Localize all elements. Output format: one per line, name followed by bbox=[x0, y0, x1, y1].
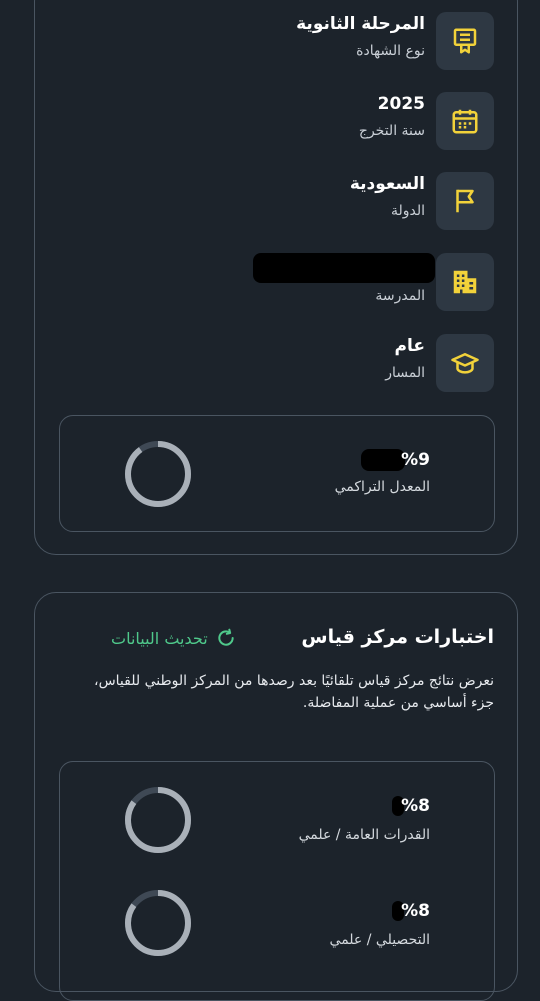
test-value: %8 bbox=[330, 900, 430, 922]
flag-icon bbox=[436, 172, 494, 230]
school-label: المدرسة bbox=[375, 288, 425, 304]
gpa-card: %9 المعدل التراكمي bbox=[59, 415, 495, 532]
graduation-cap-icon bbox=[436, 334, 494, 392]
school-row: المدرسة bbox=[74, 253, 494, 311]
qiyas-results-card: %8 القدرات العامة / علمي %8 التحصيلي / ع… bbox=[59, 761, 495, 1001]
test-value: %8 bbox=[299, 795, 430, 817]
school-value bbox=[253, 253, 435, 283]
certificate-row: المرحلة الثانوية نوع الشهادة bbox=[74, 12, 494, 70]
graduation-label: سنة التخرج bbox=[358, 123, 425, 139]
test-label: القدرات العامة / علمي bbox=[298, 827, 430, 843]
refresh-data-button[interactable]: تحديث البيانات bbox=[111, 628, 236, 648]
track-label: المسار bbox=[385, 365, 425, 381]
redaction-mark bbox=[253, 253, 435, 283]
gpa-value: %9 bbox=[335, 449, 430, 471]
test-result: %8 التحصيلي / علمي bbox=[330, 900, 430, 950]
test-progress-ring bbox=[125, 787, 191, 853]
country-value: السعودية bbox=[349, 174, 425, 194]
test-result: %8 القدرات العامة / علمي bbox=[299, 795, 430, 845]
graduation-value: 2025 bbox=[377, 94, 425, 114]
test-progress-ring bbox=[125, 890, 191, 956]
country-row: السعودية الدولة bbox=[74, 172, 494, 230]
redaction-mark bbox=[361, 449, 406, 471]
gpa-stat: %9 المعدل التراكمي bbox=[335, 449, 430, 497]
building-icon bbox=[436, 253, 494, 311]
track-value: عام bbox=[394, 336, 425, 356]
gpa-label: المعدل التراكمي bbox=[334, 479, 430, 495]
certificate-label: نوع الشهادة bbox=[356, 43, 425, 59]
refresh-label: تحديث البيانات bbox=[111, 628, 208, 648]
graduation-row: 2025 سنة التخرج bbox=[74, 92, 494, 150]
refresh-icon bbox=[218, 628, 234, 646]
track-row: عام المسار bbox=[74, 334, 494, 392]
section-title: اختبارات مركز قياس bbox=[301, 626, 494, 648]
test-label: التحصيلي / علمي bbox=[329, 932, 430, 948]
calendar-icon bbox=[436, 92, 494, 150]
section-description: نعرض نتائج مركز قياس تلقائيًا بعد رصدها … bbox=[94, 673, 494, 711]
certificate-value: المرحلة الثانوية bbox=[296, 14, 425, 34]
gpa-progress-ring bbox=[125, 441, 191, 507]
certificate-icon bbox=[436, 12, 494, 70]
country-label: الدولة bbox=[390, 203, 425, 219]
